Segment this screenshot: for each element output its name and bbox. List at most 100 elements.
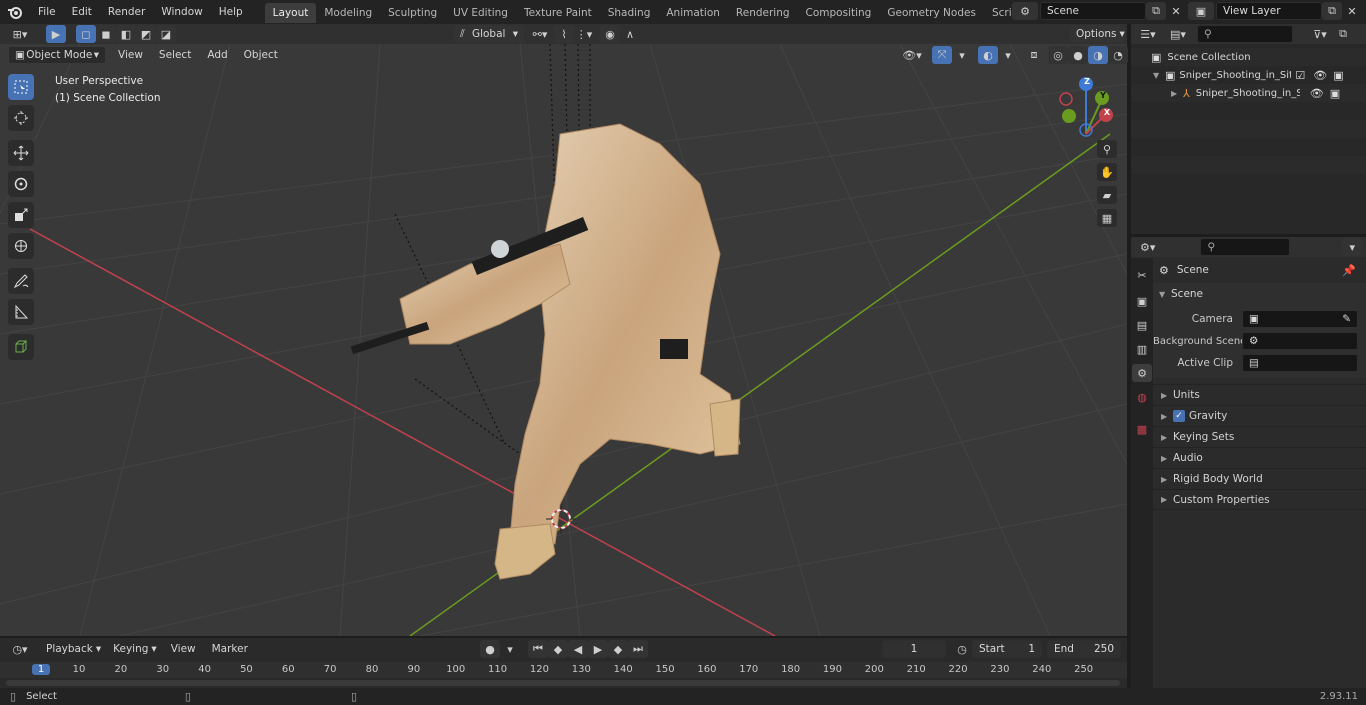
snap-icon[interactable]: ⌇ [554, 25, 574, 43]
panel-keying-sets[interactable]: ▶ Keying Sets [1153, 426, 1366, 447]
measure-tool[interactable] [8, 299, 34, 325]
camera-render-icon[interactable]: ▣ [1333, 69, 1343, 82]
properties-search-field[interactable]: ⚲ [1200, 238, 1291, 256]
view-layer-name-field[interactable]: View Layer [1216, 2, 1322, 20]
stopwatch-icon[interactable]: ◷ [952, 640, 972, 658]
menu-window[interactable]: Window [153, 0, 210, 24]
panel-rigid-body-world[interactable]: ▶ Rigid Body World [1153, 468, 1366, 489]
render-tab-icon[interactable]: ▣ [1132, 292, 1152, 310]
new-view-layer-icon[interactable]: ⧉ [1322, 2, 1342, 20]
outliner-search-field[interactable]: ⚲ [1197, 25, 1293, 43]
keying-dropdown[interactable]: Keying ▾ [107, 640, 163, 658]
eye-icon[interactable]: 👁 [1313, 69, 1327, 82]
scene-name-field[interactable]: Scene [1040, 2, 1146, 20]
next-keyframe-icon[interactable]: ◆ [608, 640, 628, 658]
gizmo-y-label[interactable]: Y [1096, 91, 1110, 100]
move-tool[interactable] [8, 140, 34, 166]
tab-uv-editing[interactable]: UV Editing [445, 3, 516, 23]
tab-animation[interactable]: Animation [658, 3, 728, 23]
select-intersect-icon[interactable]: ◪ [156, 25, 176, 43]
include-checkbox-icon[interactable]: ☑ [1295, 69, 1305, 82]
select-tool-icon[interactable]: ▶ [46, 25, 66, 43]
tab-shading[interactable]: Shading [600, 3, 659, 23]
falloff-icon[interactable]: ∧ [620, 25, 640, 43]
add-cube-tool[interactable] [8, 334, 34, 360]
wireframe-shading-icon[interactable]: ◎ [1048, 46, 1068, 64]
panel-units[interactable]: ▶ Units [1153, 384, 1366, 405]
panel-custom-properties[interactable]: ▶ Custom Properties [1153, 489, 1366, 510]
timeline-scrollbar[interactable] [6, 680, 1120, 686]
editor-type-icon[interactable]: ⊞▾ [6, 25, 34, 43]
tab-texture-paint[interactable]: Texture Paint [516, 3, 600, 23]
annotate-tool[interactable] [8, 268, 34, 294]
texture-tab-icon[interactable]: ▩ [1132, 420, 1152, 438]
record-options-icon[interactable]: ▾ [500, 640, 520, 658]
blender-logo-icon[interactable] [0, 3, 30, 21]
select-new-icon[interactable]: ◻ [76, 25, 96, 43]
camera-render-icon[interactable]: ▣ [1330, 87, 1340, 100]
menu-add[interactable]: Add [199, 44, 235, 66]
delete-scene-icon[interactable]: ✕ [1166, 2, 1186, 20]
rotate-tool[interactable] [8, 171, 34, 197]
gizmo-toggle-icon[interactable]: ⤧ [932, 46, 952, 64]
cursor-tool[interactable] [8, 105, 34, 131]
transform-orientation-dropdown[interactable]: ⫽ Global ▾ [454, 25, 524, 43]
background-scene-field[interactable]: ⚙ [1242, 332, 1358, 350]
options-dropdown[interactable]: Options ▾ [1070, 25, 1125, 43]
menu-render[interactable]: Render [100, 0, 153, 24]
gizmo-dropdown-icon[interactable]: ▾ [952, 46, 972, 64]
overlay-toggle-icon[interactable]: ◐ [978, 46, 998, 64]
menu-file[interactable]: File [30, 0, 64, 24]
properties-options-icon[interactable]: ▾ [1342, 238, 1362, 256]
tab-rendering[interactable]: Rendering [728, 3, 798, 23]
outliner-row-scene-collection[interactable]: ▣ Scene Collection [1131, 48, 1366, 66]
outliner-editor-type-icon[interactable]: ☰▾ [1135, 25, 1161, 43]
expand-triangle-icon[interactable]: ▼ [1153, 71, 1165, 80]
select-box-tool[interactable] [8, 74, 34, 100]
scene-tab-icon[interactable]: ⚙ [1132, 364, 1152, 382]
new-collection-icon[interactable]: ⧉ [1333, 25, 1353, 43]
eye-icon[interactable]: 👁 [1310, 87, 1324, 100]
frame-ruler[interactable]: 1 10 20 30 40 50 60 70 80 90 100 110 120 130 140 150 160… [0, 662, 1127, 678]
end-frame-field[interactable]: End 250 [1047, 640, 1121, 658]
zoom-icon[interactable]: ⚲ [1097, 140, 1117, 158]
start-frame-field[interactable]: Start 1 [972, 640, 1042, 658]
output-tab-icon[interactable]: ▤ [1132, 316, 1152, 334]
current-frame-field[interactable]: 1 [882, 640, 946, 658]
panel-audio[interactable]: ▶ Audio [1153, 447, 1366, 468]
select-subtract-icon[interactable]: ◧ [116, 25, 136, 43]
menu-select[interactable]: Select [151, 44, 199, 66]
camera-field[interactable]: ▣ ✎ [1242, 310, 1358, 328]
jump-start-icon[interactable]: ⏮ [528, 640, 548, 658]
prev-keyframe-icon[interactable]: ◆ [548, 640, 568, 658]
pin-icon[interactable]: 📌 [1342, 264, 1356, 277]
menu-help[interactable]: Help [211, 0, 251, 24]
object-mode-dropdown[interactable]: ▣ Object Mode ▾ [8, 46, 106, 64]
scene-section-header[interactable]: ▼ Scene [1153, 283, 1366, 305]
delete-view-layer-icon[interactable]: ✕ [1342, 2, 1362, 20]
select-invert-icon[interactable]: ◩ [136, 25, 156, 43]
menu-edit[interactable]: Edit [64, 0, 100, 24]
play-reverse-icon[interactable]: ◀ [568, 640, 588, 658]
proportional-edit-icon[interactable]: ◉ [600, 25, 620, 43]
panel-gravity[interactable]: ▶ ✓ Gravity [1153, 405, 1366, 426]
rendered-shading-icon[interactable]: ◔ [1108, 46, 1128, 64]
transform-tool[interactable] [8, 233, 34, 259]
overlay-dropdown-icon[interactable]: ▾ [998, 46, 1018, 64]
outliner-row-object[interactable]: ▶ ⅄ Sniper_Shooting_in_Sittin 👁 ▣ [1131, 84, 1366, 102]
tool-tab-icon[interactable]: ✂ [1132, 266, 1152, 284]
expand-triangle-icon[interactable]: ▶ [1171, 89, 1183, 98]
eyedropper-icon[interactable]: ✎ [1342, 311, 1351, 327]
record-icon[interactable]: ● [480, 640, 500, 658]
solid-shading-icon[interactable]: ● [1068, 46, 1088, 64]
visibility-icon[interactable]: 👁▾ [902, 46, 922, 64]
gizmo-x-label[interactable]: X [1100, 108, 1114, 117]
xray-toggle-icon[interactable]: ⧈ [1024, 46, 1044, 64]
pan-hand-icon[interactable]: ✋ [1097, 163, 1117, 181]
new-scene-icon[interactable]: ⧉ [1146, 2, 1166, 20]
scale-tool[interactable] [8, 202, 34, 228]
outliner-row-collection[interactable]: ▼ ▣ Sniper_Shooting_in_Sitting_Pc ☑ 👁 ▣ [1131, 66, 1366, 84]
display-mode-icon[interactable]: ▤▾ [1165, 25, 1191, 43]
menu-view[interactable]: View [110, 44, 151, 66]
3d-viewport[interactable]: Z Y X User Perspective (1) Scene Collect… [0, 44, 1127, 636]
